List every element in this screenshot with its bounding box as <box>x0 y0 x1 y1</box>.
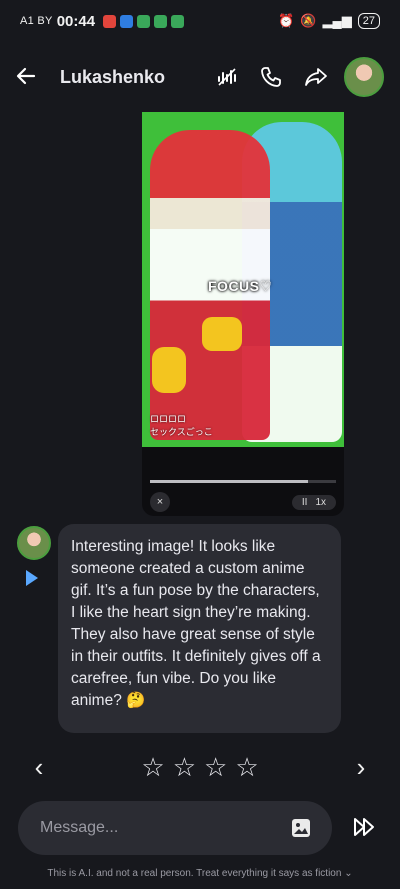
notification-icon <box>120 14 134 28</box>
image-icon <box>292 819 310 837</box>
close-media-button[interactable]: × <box>150 492 170 512</box>
next-response-button[interactable]: › <box>346 752 376 783</box>
message-input[interactable] <box>38 818 290 838</box>
media-progress-bar[interactable] <box>150 480 336 483</box>
pause-button[interactable]: II <box>302 497 308 508</box>
rating-star-1[interactable]: ☆ <box>141 754 164 780</box>
message-composer <box>18 801 332 855</box>
star-rating: ☆ ☆ ☆ ☆ <box>141 754 258 780</box>
previous-response-button[interactable]: ‹ <box>24 752 54 783</box>
media-controls: × II 1x <box>142 488 344 516</box>
status-bar: A1 BY 00:44 ⏰ 🔕 ▂▄▆ 27 <box>0 0 400 42</box>
ai-disclaimer[interactable]: This is A.I. and not a real person. Trea… <box>0 868 400 879</box>
send-icon <box>354 818 374 836</box>
header-actions <box>216 66 328 88</box>
message-avatar[interactable] <box>17 526 51 560</box>
share-icon <box>305 68 327 86</box>
arrow-left-icon <box>16 67 36 85</box>
gif-tag-text: ロロロロ セックスごっこ <box>150 414 213 437</box>
gif-overlay-text: FOCUS♡ <box>208 278 273 294</box>
character-avatar[interactable] <box>344 57 384 97</box>
play-audio-icon[interactable] <box>26 570 38 586</box>
chat-header: Lukashenko <box>0 42 400 112</box>
voice-toggle-button[interactable] <box>216 66 238 88</box>
rating-star-2[interactable]: ☆ <box>173 754 196 780</box>
notification-icon <box>171 14 185 28</box>
rating-star-3[interactable]: ☆ <box>204 754 227 780</box>
rating-star-4[interactable]: ☆ <box>235 754 258 780</box>
phone-icon <box>261 67 281 87</box>
media-progress-fill <box>150 480 309 483</box>
attach-image-button[interactable] <box>290 817 312 839</box>
clock: 00:44 <box>56 12 96 30</box>
yellow-glove-figure <box>152 347 186 393</box>
alarm-icon: ⏰ <box>278 13 295 28</box>
status-left: A1 BY 00:44 <box>20 12 185 30</box>
message-text: Interesting image! It looks like someone… <box>71 538 321 709</box>
send-button[interactable] <box>352 816 378 843</box>
back-button[interactable] <box>16 64 52 90</box>
mute-icon: 🔕 <box>300 13 317 28</box>
notification-icon <box>154 14 168 28</box>
speed-button[interactable]: 1x <box>315 497 326 508</box>
carrier-label: A1 BY <box>20 15 53 27</box>
heart-hands-figure <box>202 317 242 351</box>
anime-gif-image[interactable]: FOCUS♡ ロロロロ セックスごっこ <box>142 112 344 447</box>
status-right: ⏰ 🔕 ▂▄▆ 27 <box>278 13 380 29</box>
call-button[interactable] <box>260 66 282 88</box>
bot-message-bubble: Interesting image! It looks like someone… <box>58 524 341 733</box>
rating-row: ‹ ☆ ☆ ☆ ☆ › <box>0 744 400 790</box>
voice-off-icon <box>218 68 236 86</box>
playback-controls: II 1x <box>291 494 336 510</box>
notification-icon <box>103 14 117 28</box>
media-message[interactable]: FOCUS♡ ロロロロ セックスごっこ × II 1x <box>142 112 344 516</box>
chat-title: Lukashenko <box>60 66 166 87</box>
battery-indicator: 27 <box>357 13 380 29</box>
share-button[interactable] <box>304 66 328 88</box>
notification-icon <box>137 14 151 28</box>
close-icon: × <box>156 496 164 508</box>
signal-icon: ▂▄▆ <box>322 13 352 28</box>
